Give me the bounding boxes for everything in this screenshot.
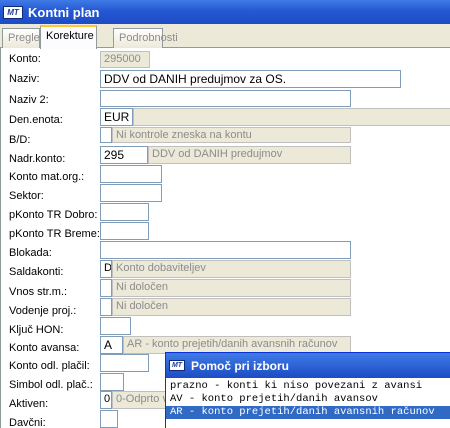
naziv2-label: Naziv 2:: [9, 94, 49, 106]
konto-avansa-label: Konto avansa:: [9, 342, 80, 354]
saldakonti-label: Saldakonti:: [9, 266, 64, 278]
blokada-field[interactable]: [100, 241, 351, 259]
konto-mat-field[interactable]: [100, 165, 162, 183]
den-enota-label: Den.enota:: [9, 114, 63, 126]
pkonto-breme-field[interactable]: [100, 222, 149, 240]
nadr-konto-label: Nadr.konto:: [9, 153, 66, 165]
pkonto-dobro-label: pKonto TR Dobro:: [9, 209, 98, 221]
vodenje-proj-code-field[interactable]: [100, 298, 112, 316]
kljuc-hon-field[interactable]: [100, 317, 131, 335]
konto-odl-placil-label: Konto odl. plačil:: [9, 360, 90, 372]
konto-mat-label: Konto mat.org.:: [9, 171, 85, 183]
vnos-strm-code-field[interactable]: [100, 279, 112, 297]
window-title: Kontni plan: [28, 4, 100, 20]
pkonto-dobro-field[interactable]: [100, 203, 149, 221]
saldakonti-desc: Konto dobaviteljev: [112, 260, 351, 278]
bd-desc: Ni kontrole zneska na kontu: [112, 127, 351, 143]
tab-korekture[interactable]: Korekture: [40, 25, 97, 49]
tab-pregled[interactable]: Pregled: [2, 28, 46, 48]
bd-code-field[interactable]: [100, 127, 112, 143]
nadr-konto-desc: DDV od DANIH predujmov: [148, 146, 351, 164]
popup-option-list: prazno - konti ki niso povezani z avansi…: [166, 378, 450, 419]
saldakonti-code-field[interactable]: D: [100, 260, 112, 278]
tab-strip: Pregled Korekture Podrobnosti: [0, 24, 450, 49]
title-bar: MT Kontni plan: [0, 0, 450, 24]
app-logo-icon: MT: [3, 5, 23, 19]
naziv2-field[interactable]: [100, 90, 351, 107]
konto-avansa-code-field[interactable]: A: [100, 336, 123, 354]
davcni-label: Davčni:: [9, 417, 46, 428]
aktiven-desc: 0-Odprto v: [112, 391, 172, 409]
popup-option-selected[interactable]: AR - konto prejetih/danih avansnih račun…: [166, 406, 450, 419]
naziv-label: Naziv:: [9, 73, 40, 85]
aktiven-code-field[interactable]: 0: [100, 391, 112, 409]
popup-logo-icon: MT: [169, 360, 185, 371]
konto-odl-placil-field[interactable]: [100, 354, 149, 372]
den-enota-desc: [133, 108, 450, 126]
vnos-strm-desc: Ni določen: [112, 279, 351, 297]
vnos-strm-label: Vnos str.m.:: [9, 286, 68, 298]
popup-title-bar: MT Pomoč pri izboru: [166, 353, 450, 378]
sektor-label: Sektor:: [9, 190, 44, 202]
davcni-field[interactable]: [100, 410, 118, 428]
vodenje-proj-desc: Ni določen: [112, 298, 351, 316]
popup-option[interactable]: AV - konto prejetih/danih avansov: [166, 393, 450, 406]
naziv-field[interactable]: DDV od DANIH predujmov za OS.: [100, 70, 401, 88]
selection-help-popup: MT Pomoč pri izboru prazno - konti ki ni…: [165, 352, 450, 428]
kljuc-hon-label: Ključ HON:: [9, 324, 64, 336]
tab-podrobnosti[interactable]: Podrobnosti: [113, 28, 178, 48]
simbol-odl-label: Simbol odl. plač.:: [9, 379, 93, 391]
blokada-label: Blokada:: [9, 247, 52, 259]
den-enota-field[interactable]: EUR: [100, 108, 133, 126]
konto-label: Konto:: [9, 53, 41, 65]
konto-field: 295000: [100, 51, 150, 68]
vodenje-proj-label: Vodenje proj.:: [9, 305, 77, 317]
sektor-field[interactable]: [100, 184, 162, 202]
pkonto-breme-label: pKonto TR Breme:: [9, 228, 100, 240]
aktiven-label: Aktiven:: [9, 398, 49, 410]
popup-title: Pomoč pri izboru: [191, 358, 290, 373]
bd-label: B/D:: [9, 134, 31, 146]
simbol-odl-field[interactable]: [100, 373, 124, 391]
nadr-konto-field[interactable]: 295: [100, 146, 148, 164]
popup-option[interactable]: prazno - konti ki niso povezani z avansi: [166, 380, 450, 393]
